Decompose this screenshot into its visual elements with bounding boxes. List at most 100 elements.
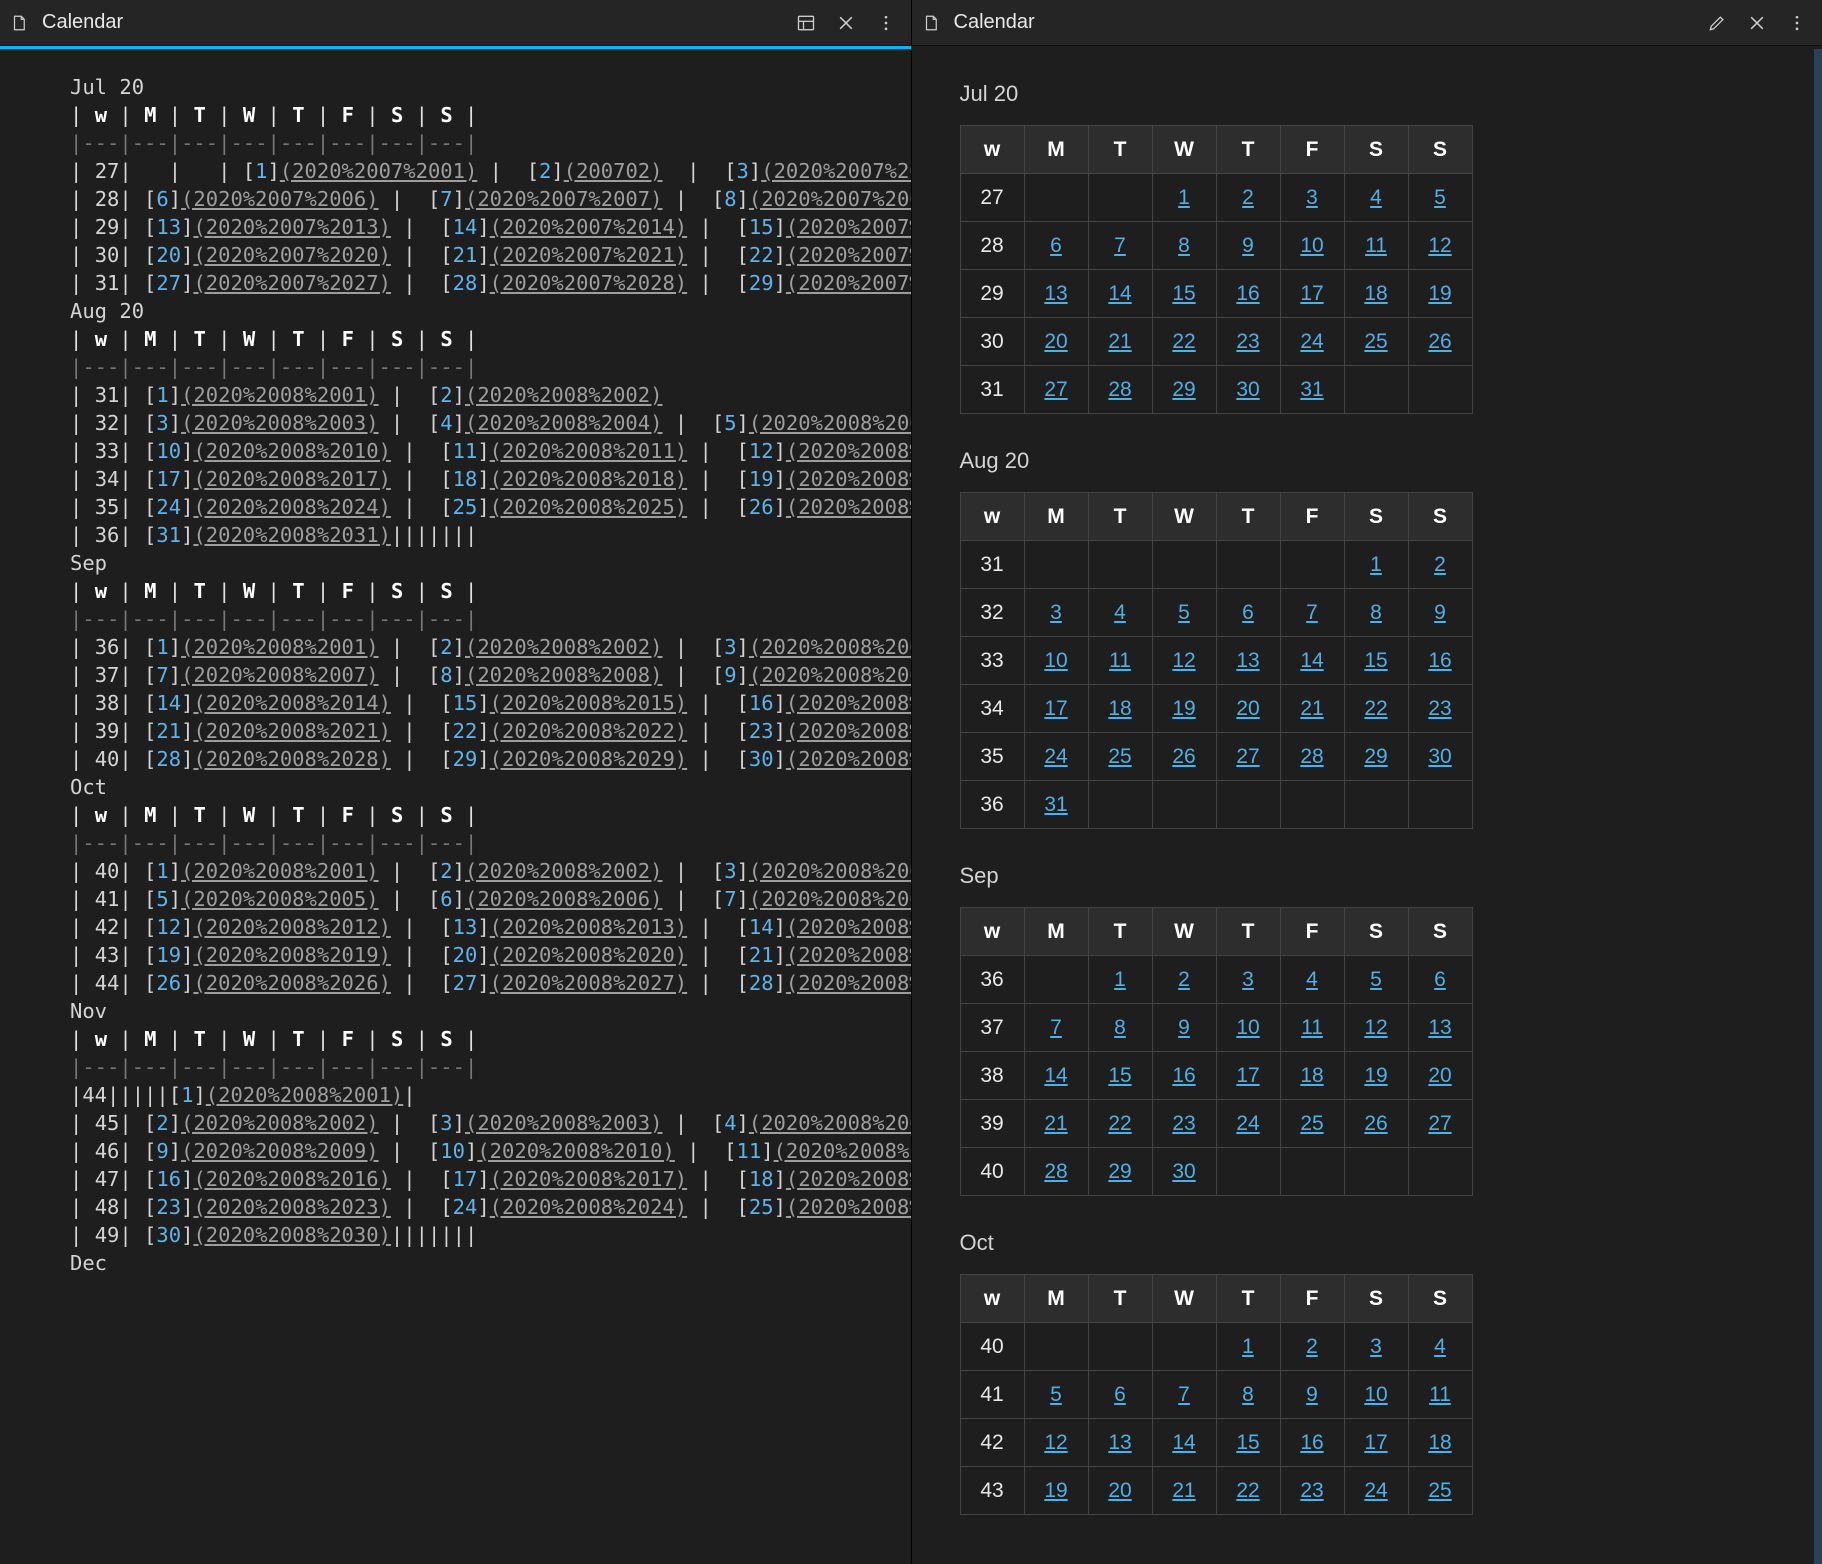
calendar-day-cell[interactable]: 4 <box>1280 956 1344 1004</box>
calendar-day-cell[interactable]: 25 <box>1408 1467 1472 1515</box>
calendar-day-cell[interactable]: 14 <box>1152 1419 1216 1467</box>
calendar-day-link[interactable]: 16 <box>1300 1431 1323 1454</box>
calendar-day-cell[interactable]: 18 <box>1344 270 1408 318</box>
calendar-day-link[interactable]: 26 <box>1364 1112 1387 1135</box>
calendar-day-cell[interactable]: 2 <box>1408 541 1472 589</box>
calendar-day-link[interactable]: 24 <box>1300 330 1323 353</box>
calendar-day-cell[interactable]: 29 <box>1088 1148 1152 1196</box>
calendar-day-link[interactable]: 28 <box>1300 745 1323 768</box>
calendar-day-link[interactable]: 22 <box>1172 330 1195 353</box>
calendar-day-link[interactable]: 8 <box>1114 1016 1126 1039</box>
calendar-day-link[interactable]: 3 <box>1050 601 1062 624</box>
calendar-day-cell[interactable]: 15 <box>1216 1419 1280 1467</box>
calendar-day-cell[interactable]: 21 <box>1152 1467 1216 1515</box>
calendar-day-cell[interactable]: 13 <box>1216 637 1280 685</box>
calendar-day-cell[interactable]: 30 <box>1152 1148 1216 1196</box>
calendar-day-link[interactable]: 19 <box>1172 697 1195 720</box>
calendar-day-link[interactable]: 18 <box>1428 1431 1451 1454</box>
calendar-day-cell[interactable]: 3 <box>1344 1323 1408 1371</box>
calendar-day-link[interactable]: 24 <box>1364 1479 1387 1502</box>
calendar-day-cell[interactable]: 26 <box>1344 1100 1408 1148</box>
calendar-day-link[interactable]: 10 <box>1364 1383 1387 1406</box>
calendar-day-cell[interactable]: 13 <box>1024 270 1088 318</box>
calendar-day-link[interactable]: 1 <box>1114 968 1126 991</box>
calendar-day-cell[interactable]: 9 <box>1408 589 1472 637</box>
calendar-day-cell[interactable]: 30 <box>1408 733 1472 781</box>
calendar-day-cell[interactable]: 23 <box>1408 685 1472 733</box>
calendar-day-link[interactable]: 2 <box>1306 1335 1318 1358</box>
calendar-day-cell[interactable]: 19 <box>1344 1052 1408 1100</box>
calendar-day-cell[interactable]: 24 <box>1216 1100 1280 1148</box>
more-icon[interactable] <box>1786 12 1808 34</box>
calendar-day-cell[interactable]: 10 <box>1024 637 1088 685</box>
calendar-day-cell[interactable]: 3 <box>1280 174 1344 222</box>
calendar-day-link[interactable]: 7 <box>1306 601 1318 624</box>
calendar-day-cell[interactable]: 19 <box>1024 1467 1088 1515</box>
calendar-day-cell[interactable]: 18 <box>1280 1052 1344 1100</box>
calendar-day-cell[interactable]: 4 <box>1344 174 1408 222</box>
calendar-day-link[interactable]: 29 <box>1108 1160 1131 1183</box>
calendar-day-link[interactable]: 24 <box>1236 1112 1259 1135</box>
calendar-day-cell[interactable]: 8 <box>1088 1004 1152 1052</box>
calendar-day-link[interactable]: 1 <box>1242 1335 1254 1358</box>
calendar-day-link[interactable]: 2 <box>1178 968 1190 991</box>
calendar-day-link[interactable]: 30 <box>1236 378 1259 401</box>
calendar-day-cell[interactable]: 13 <box>1408 1004 1472 1052</box>
calendar-day-cell[interactable]: 17 <box>1024 685 1088 733</box>
calendar-day-cell[interactable]: 16 <box>1280 1419 1344 1467</box>
calendar-day-cell[interactable]: 10 <box>1344 1371 1408 1419</box>
calendar-day-link[interactable]: 19 <box>1364 1064 1387 1087</box>
calendar-day-cell[interactable]: 3 <box>1216 956 1280 1004</box>
scrollbar[interactable] <box>1814 49 1822 1564</box>
calendar-day-cell[interactable]: 22 <box>1152 318 1216 366</box>
calendar-day-cell[interactable]: 30 <box>1216 366 1280 414</box>
calendar-day-cell[interactable]: 8 <box>1152 222 1216 270</box>
calendar-day-cell[interactable]: 22 <box>1216 1467 1280 1515</box>
calendar-day-cell[interactable]: 29 <box>1152 366 1216 414</box>
calendar-day-link[interactable]: 11 <box>1109 649 1131 672</box>
calendar-day-cell[interactable]: 5 <box>1408 174 1472 222</box>
calendar-day-cell[interactable]: 28 <box>1024 1148 1088 1196</box>
calendar-day-link[interactable]: 27 <box>1428 1112 1451 1135</box>
calendar-day-cell[interactable]: 11 <box>1280 1004 1344 1052</box>
calendar-day-cell[interactable]: 20 <box>1216 685 1280 733</box>
preview-toggle-icon[interactable] <box>795 12 817 34</box>
calendar-day-cell[interactable]: 14 <box>1088 270 1152 318</box>
calendar-day-link[interactable]: 20 <box>1236 697 1259 720</box>
calendar-day-cell[interactable]: 26 <box>1408 318 1472 366</box>
calendar-day-link[interactable]: 18 <box>1364 282 1387 305</box>
calendar-day-link[interactable]: 5 <box>1370 968 1382 991</box>
calendar-day-link[interactable]: 28 <box>1044 1160 1067 1183</box>
calendar-day-link[interactable]: 14 <box>1172 1431 1195 1454</box>
calendar-day-cell[interactable]: 6 <box>1088 1371 1152 1419</box>
calendar-day-link[interactable]: 10 <box>1236 1016 1259 1039</box>
calendar-day-cell[interactable]: 27 <box>1408 1100 1472 1148</box>
calendar-day-link[interactable]: 5 <box>1050 1383 1062 1406</box>
calendar-day-link[interactable]: 18 <box>1300 1064 1323 1087</box>
calendar-day-link[interactable]: 26 <box>1172 745 1195 768</box>
more-icon[interactable] <box>875 12 897 34</box>
calendar-day-cell[interactable]: 7 <box>1152 1371 1216 1419</box>
calendar-day-cell[interactable]: 29 <box>1344 733 1408 781</box>
calendar-day-cell[interactable]: 5 <box>1152 589 1216 637</box>
calendar-day-cell[interactable]: 20 <box>1408 1052 1472 1100</box>
calendar-day-link[interactable]: 15 <box>1236 1431 1259 1454</box>
calendar-day-cell[interactable]: 22 <box>1088 1100 1152 1148</box>
calendar-day-cell[interactable]: 23 <box>1216 318 1280 366</box>
calendar-day-cell[interactable]: 12 <box>1344 1004 1408 1052</box>
calendar-day-cell[interactable]: 6 <box>1408 956 1472 1004</box>
calendar-day-link[interactable]: 12 <box>1364 1016 1387 1039</box>
calendar-day-cell[interactable]: 20 <box>1088 1467 1152 1515</box>
calendar-day-link[interactable]: 25 <box>1300 1112 1323 1135</box>
calendar-day-link[interactable]: 6 <box>1114 1383 1126 1406</box>
calendar-day-link[interactable]: 21 <box>1108 330 1131 353</box>
calendar-day-cell[interactable]: 4 <box>1088 589 1152 637</box>
calendar-day-cell[interactable]: 31 <box>1024 781 1088 829</box>
calendar-day-link[interactable]: 3 <box>1370 1335 1382 1358</box>
calendar-day-link[interactable]: 20 <box>1428 1064 1451 1087</box>
calendar-day-link[interactable]: 4 <box>1114 601 1126 624</box>
calendar-day-link[interactable]: 9 <box>1434 601 1446 624</box>
calendar-day-link[interactable]: 18 <box>1108 697 1131 720</box>
calendar-day-cell[interactable]: 27 <box>1024 366 1088 414</box>
calendar-day-cell[interactable]: 19 <box>1408 270 1472 318</box>
